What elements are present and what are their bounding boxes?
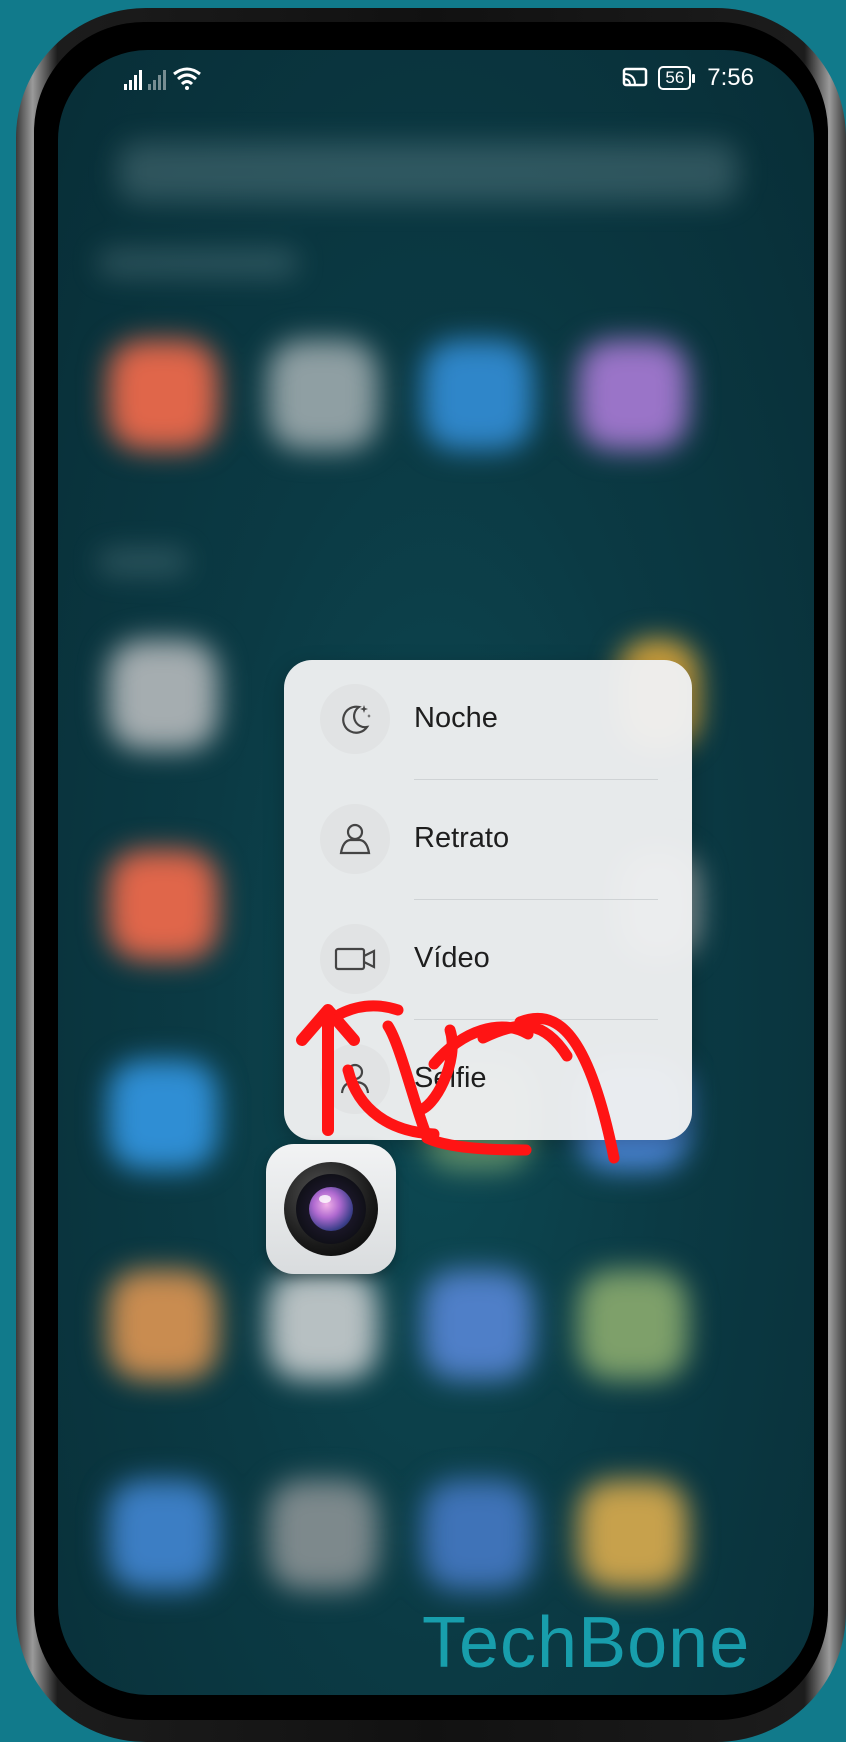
- shortcut-label: Noche: [414, 702, 498, 734]
- video-camera-icon: [320, 924, 390, 994]
- shortcut-label: Retrato: [414, 822, 510, 854]
- shortcut-selfie[interactable]: Selfie: [284, 1020, 692, 1140]
- shortcut-retrato[interactable]: Retrato: [284, 780, 692, 900]
- watermark-logo: TechBone: [422, 1603, 751, 1683]
- camera-app-icon[interactable]: [266, 1144, 396, 1274]
- wifi-icon: [173, 67, 201, 90]
- status-right: 56 7:56: [622, 64, 754, 92]
- person-portrait-icon: [320, 804, 390, 874]
- clock-time: 7:56: [707, 64, 754, 91]
- signal-bars-icon: [124, 68, 142, 90]
- battery-indicator: 56: [658, 66, 696, 90]
- home-screen: 56 7:56 Noche Retrato Vídeo Selfie: [58, 50, 814, 1695]
- shortcut-noche[interactable]: Noche: [284, 660, 692, 780]
- shortcut-label: Selfie: [414, 1062, 487, 1094]
- signal-bars-2-icon: [148, 68, 166, 90]
- camera-lens-icon: [284, 1162, 378, 1256]
- shortcut-label: Vídeo: [414, 942, 490, 974]
- person-icon: [320, 1044, 390, 1114]
- camera-shortcut-menu: Noche Retrato Vídeo Selfie: [284, 660, 692, 1140]
- status-left: [124, 66, 202, 90]
- moon-stars-icon: [320, 684, 390, 754]
- status-bar: 56 7:56: [58, 50, 814, 110]
- cast-icon: [623, 67, 648, 87]
- shortcut-video[interactable]: Vídeo: [284, 900, 692, 1020]
